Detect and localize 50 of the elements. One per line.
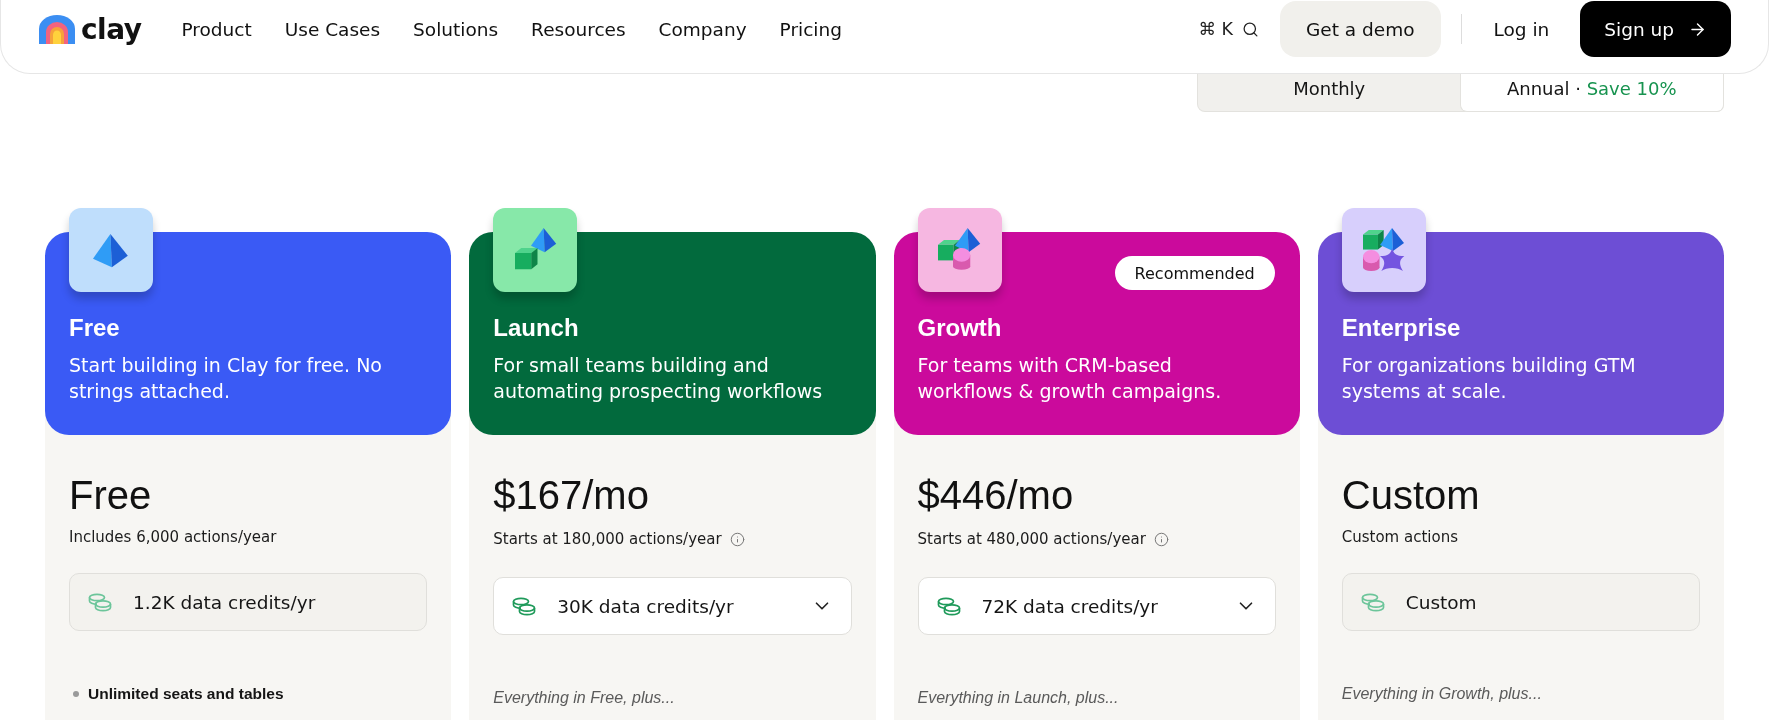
coins-icon (88, 592, 112, 612)
coins-icon (1360, 592, 1385, 612)
features-intro: Everything in Growth, plus... (1341, 684, 1543, 704)
plan-name: Launch (493, 313, 580, 343)
coins-icon (512, 596, 537, 616)
plan-name: Enterprise (1341, 313, 1462, 343)
login-link[interactable]: Log in (1493, 18, 1550, 40)
billing-tab[interactable]: Annual · Save 10% (1459, 74, 1724, 112)
credits-dropdown[interactable]: 30K data credits/yr (493, 577, 852, 635)
credits-text: 1.2K data credits/yr (133, 591, 317, 613)
recommended-badge: Recommended (1114, 256, 1275, 290)
plan-name: Growth (917, 313, 1003, 343)
nav-link[interactable]: Pricing (779, 18, 842, 40)
info-icon[interactable] (729, 531, 745, 547)
nav-link[interactable]: Product (181, 18, 252, 40)
feature-text: Unlimited seats and tables (88, 685, 284, 703)
nav-link[interactable]: Company (658, 18, 747, 40)
plan-description: For small teams building and automating prospecting workflows (493, 353, 824, 404)
billing-tab[interactable]: Monthly (1197, 74, 1462, 112)
plan-description: For teams with CRM-based workflows & growth campaigns. (917, 353, 1223, 404)
bullet-icon (73, 691, 79, 697)
credits-text: Custom (1405, 591, 1478, 613)
nav-link[interactable]: Solutions (413, 18, 499, 40)
logo-link[interactable]: clay (38, 12, 142, 46)
plan-description: Start building in Clay for free. No strings attached. (69, 353, 383, 404)
search-icon (1241, 20, 1259, 38)
shapes-icon (917, 208, 1002, 292)
arch-logo-icon (38, 14, 76, 44)
pyramid-icon (69, 208, 153, 292)
signup-button[interactable]: Sign up (1580, 1, 1731, 57)
search-shortcut-button[interactable]: ⌘ K (1198, 19, 1259, 39)
cube-and-pyramid-icon (493, 208, 578, 292)
plan-price: Free (69, 472, 153, 519)
info-icon[interactable] (1153, 531, 1169, 547)
actions-text: Starts at 180,000 actions/year (493, 529, 722, 549)
coins-icon (936, 596, 961, 616)
nav-link[interactable]: Use Cases (284, 18, 381, 40)
nav-link[interactable]: Resources (531, 18, 626, 40)
plan-price: $167/mo (493, 472, 650, 519)
demo-button[interactable]: Get a demo (1279, 1, 1441, 57)
actions-text: Starts at 480,000 actions/year (917, 529, 1146, 549)
credits-dropdown[interactable]: 72K data credits/yr (917, 577, 1276, 635)
plan-name: Free (69, 313, 121, 343)
plan-price: Custom (1341, 472, 1481, 519)
actions-text: Custom actions (1341, 527, 1458, 547)
features-intro: Everything in Launch, plus... (917, 688, 1120, 708)
plan-description: For organizations building GTM systems at scale. (1341, 353, 1637, 404)
actions-text: Includes 6,000 actions/year (69, 527, 277, 547)
features-intro: Everything in Free, plus... (493, 688, 676, 708)
plan-price: $446/mo (917, 472, 1075, 519)
